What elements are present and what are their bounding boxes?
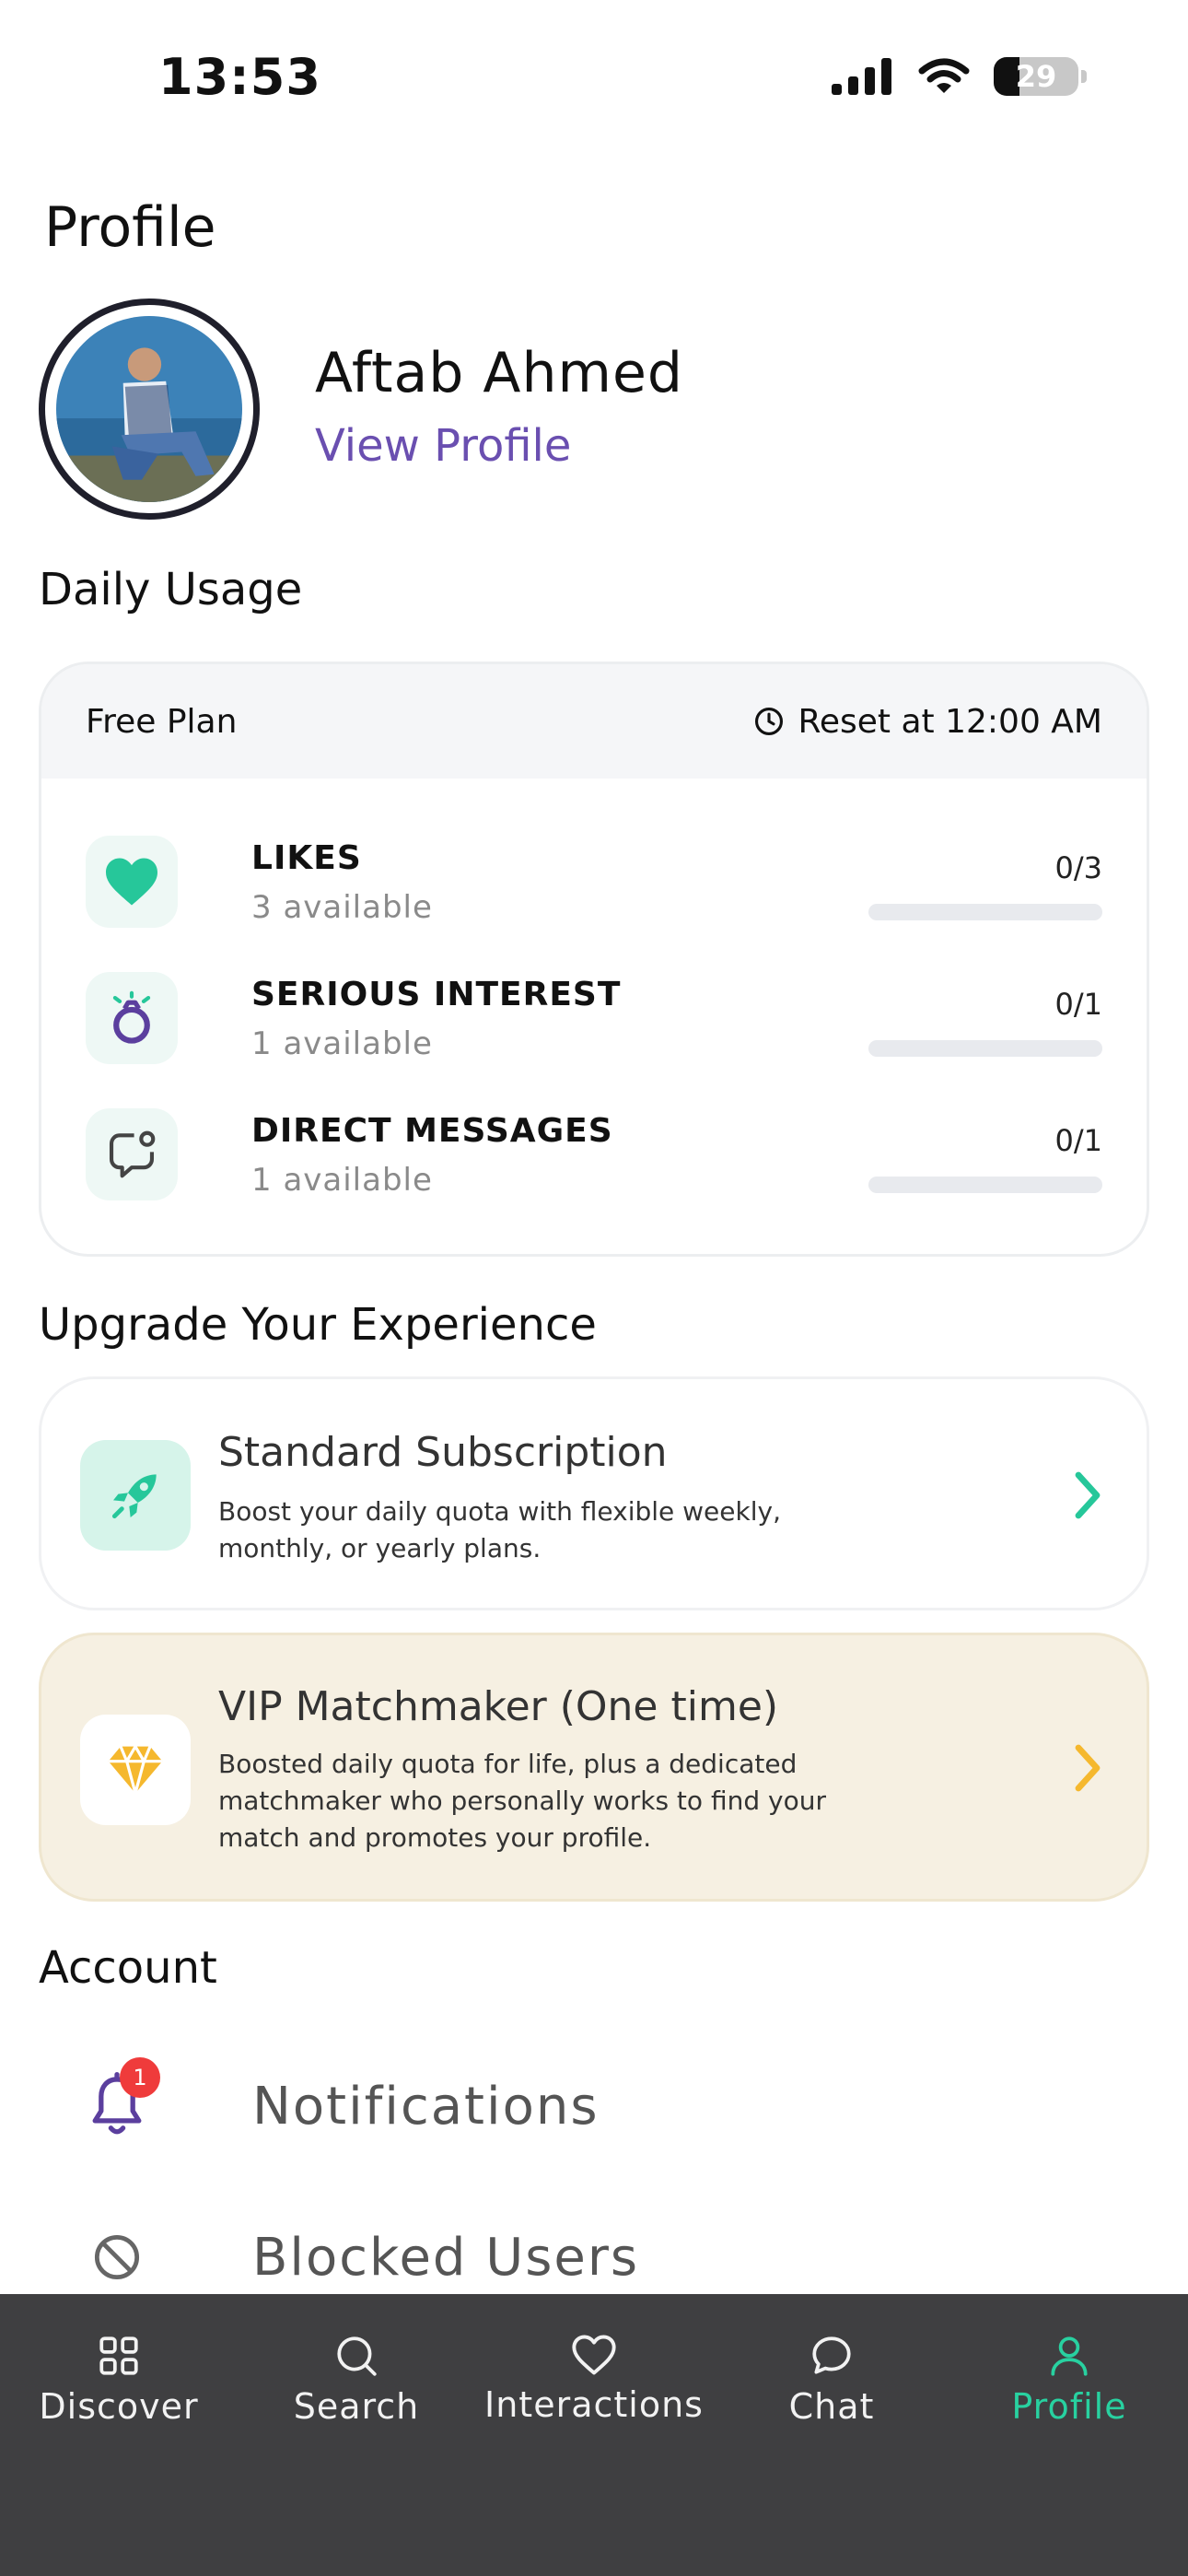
- usage-available: 3 available: [251, 889, 433, 926]
- tab-label: Chat: [788, 2386, 875, 2427]
- status-icons: 29: [832, 57, 1087, 96]
- rocket-icon: [80, 1440, 191, 1551]
- tab-search[interactable]: Search: [238, 2333, 475, 2427]
- daily-usage-card: Free Plan Reset at 12:00 AM LIKES 3 avai…: [39, 662, 1149, 1257]
- usage-label: DIRECT MESSAGES: [251, 1112, 613, 1150]
- heart-icon: [86, 836, 178, 928]
- bottom-tab-bar: Discover Search Interactions Chat Profil…: [0, 2294, 1188, 2576]
- plan-title: VIP Matchmaker (One time): [218, 1683, 779, 1730]
- chat-bubble-icon: [812, 2336, 851, 2374]
- plan-title: Standard Subscription: [218, 1429, 668, 1476]
- notification-badge: 1: [120, 2057, 160, 2098]
- usage-row-serious-interest: SERIOUS INTEREST 1 available 0/1: [86, 972, 1102, 1064]
- plan-name: Free Plan: [86, 702, 238, 741]
- tab-label: Discover: [39, 2386, 199, 2427]
- usage-row-likes: LIKES 3 available 0/3: [86, 836, 1102, 928]
- account-item-label: Notifications: [252, 2076, 600, 2137]
- tab-label: Search: [293, 2386, 420, 2427]
- usage-available: 1 available: [251, 1162, 433, 1199]
- tab-chat[interactable]: Chat: [713, 2333, 950, 2427]
- diamond-icon: [80, 1715, 191, 1825]
- avatar[interactable]: [39, 299, 260, 520]
- tab-discover[interactable]: Discover: [0, 2333, 238, 2427]
- usage-label: SERIOUS INTEREST: [251, 976, 622, 1013]
- account-item-label: Blocked Users: [252, 2227, 640, 2288]
- profile-photo: [56, 316, 242, 502]
- usage-count: 0/3: [1054, 850, 1103, 885]
- person-icon: [1051, 2336, 1088, 2376]
- view-profile-link[interactable]: View Profile: [315, 420, 571, 472]
- chevron-right-icon: [1075, 1744, 1101, 1792]
- wifi-icon: [918, 58, 970, 93]
- usage-count: 0/1: [1054, 987, 1103, 1022]
- page-title: Profile: [44, 195, 216, 260]
- status-time: 13:53: [158, 48, 321, 106]
- chevron-right-icon: [1075, 1471, 1101, 1519]
- tab-label: Interactions: [484, 2384, 704, 2425]
- plan-description: Boost your daily quota with flexible wee…: [218, 1496, 781, 1563]
- message-icon: [86, 1108, 178, 1200]
- vip-matchmaker-card[interactable]: VIP Matchmaker (One time) Boosted daily …: [39, 1633, 1149, 1902]
- plan-description: Boosted daily quota for life, plus a ded…: [218, 1749, 826, 1853]
- account-heading: Account: [39, 1942, 217, 1994]
- usage-count: 0/1: [1054, 1123, 1103, 1158]
- ring-icon: [86, 972, 178, 1064]
- tab-interactions[interactable]: Interactions: [475, 2333, 713, 2425]
- account-item-notifications[interactable]: 1 Notifications: [39, 2051, 1149, 2161]
- upgrade-heading: Upgrade Your Experience: [39, 1299, 597, 1351]
- usage-progress-bar: [868, 904, 1102, 920]
- signal-icon: [832, 58, 891, 95]
- usage-progress-bar: [868, 1040, 1102, 1057]
- usage-label: LIKES: [251, 839, 362, 877]
- battery-indicator: 29: [994, 57, 1087, 96]
- tab-profile[interactable]: Profile: [950, 2333, 1188, 2427]
- grid-icon: [99, 2336, 138, 2375]
- tab-label: Profile: [1011, 2386, 1127, 2427]
- reset-label: Reset at 12:00 AM: [798, 702, 1102, 741]
- usage-available: 1 available: [251, 1025, 433, 1062]
- user-name: Aftab Ahmed: [315, 341, 683, 405]
- search-icon: [337, 2336, 377, 2376]
- daily-usage-heading: Daily Usage: [39, 564, 303, 615]
- usage-progress-bar: [868, 1177, 1102, 1193]
- clock-icon: [755, 707, 784, 736]
- standard-subscription-card[interactable]: Standard Subscription Boost your daily q…: [39, 1376, 1149, 1610]
- battery-level: 29: [1015, 59, 1057, 94]
- heart-outline-icon: [572, 2335, 616, 2375]
- reset-time: Reset at 12:00 AM: [753, 703, 1102, 741]
- usage-row-direct-messages: DIRECT MESSAGES 1 available 0/1: [86, 1108, 1102, 1200]
- block-icon: [94, 2234, 140, 2280]
